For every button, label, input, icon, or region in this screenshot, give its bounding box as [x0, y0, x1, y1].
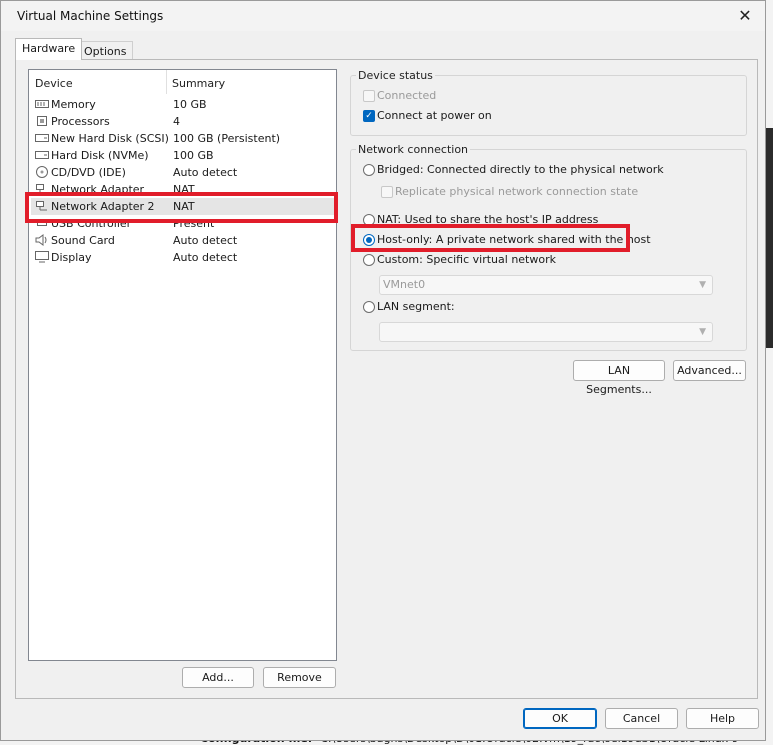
device-name: New Hard Disk (SCSI) — [51, 132, 169, 145]
device-summary: 100 GB — [173, 149, 214, 162]
hard-disk-icon — [35, 132, 49, 144]
vmnet-select[interactable]: VMnet0 ▼ — [379, 275, 713, 295]
device-name: Network Adapter 2 — [51, 200, 155, 213]
device-row-new-hard-disk[interactable]: New Hard Disk (SCSI) 100 GB (Persistent) — [31, 130, 334, 147]
device-row-hard-disk-nvme[interactable]: Hard Disk (NVMe) 100 GB — [31, 147, 334, 164]
device-row-network-adapter-2[interactable]: Network Adapter 2 NAT — [31, 198, 334, 215]
device-status-group — [350, 75, 747, 136]
sound-card-icon — [35, 234, 49, 246]
connect-at-power-on-label: Connect at power on — [377, 109, 492, 122]
nat-label: NAT: Used to share the host's IP address — [377, 213, 599, 226]
device-name: Processors — [51, 115, 110, 128]
help-button[interactable]: Help — [686, 708, 759, 729]
tab-hardware[interactable]: Hardware — [15, 38, 83, 60]
custom-label: Custom: Specific virtual network — [377, 253, 556, 266]
device-summary: NAT — [173, 183, 195, 196]
device-list: Device Summary Memory 10 GB Processors 4… — [28, 69, 337, 661]
title-bar: Virtual Machine Settings ✕ — [1, 1, 765, 31]
device-summary: Auto detect — [173, 234, 238, 247]
lan-segments-button[interactable]: LAN Segments... — [573, 360, 665, 396]
device-name: Network Adapter — [51, 183, 145, 196]
advanced-button[interactable]: Advanced... — [673, 360, 746, 381]
device-column-header[interactable]: Device — [35, 77, 73, 90]
tab-options[interactable]: Options — [77, 41, 134, 61]
device-summary: Present — [173, 217, 215, 230]
replicate-state-checkbox[interactable] — [381, 186, 393, 198]
device-summary: 4 — [173, 115, 180, 128]
custom-radio[interactable] — [363, 254, 375, 266]
lan-segment-radio[interactable] — [363, 301, 375, 313]
device-name: Hard Disk (NVMe) — [51, 149, 149, 162]
cd-dvd-icon — [35, 166, 49, 178]
connect-at-power-on-checkbox[interactable]: ✓ — [363, 110, 375, 122]
network-adapter-icon — [35, 200, 49, 212]
remove-device-button[interactable]: Remove — [263, 667, 336, 688]
add-device-button[interactable]: Add... — [182, 667, 254, 688]
device-name: Display — [51, 251, 92, 264]
summary-column-header[interactable]: Summary — [172, 77, 225, 90]
device-summary: 10 GB — [173, 98, 207, 111]
device-row-processors[interactable]: Processors 4 — [31, 113, 334, 130]
network-adapter-icon — [35, 183, 49, 195]
device-row-display[interactable]: Display Auto detect — [31, 249, 334, 266]
device-name: CD/DVD (IDE) — [51, 166, 126, 179]
virtual-machine-settings-dialog: Virtual Machine Settings ✕ Hardware Opti… — [0, 0, 766, 741]
network-connection-title: Network connection — [356, 143, 471, 156]
processor-icon — [35, 115, 49, 127]
device-row-sound-card[interactable]: Sound Card Auto detect — [31, 232, 334, 249]
connected-label: Connected — [377, 89, 437, 102]
device-summary: NAT — [173, 200, 195, 213]
display-icon — [35, 251, 49, 263]
background-window-edge-right — [766, 128, 773, 348]
nat-radio[interactable] — [363, 214, 375, 226]
device-name: Sound Card — [51, 234, 115, 247]
device-name: Memory — [51, 98, 96, 111]
device-row-cd-dvd[interactable]: CD/DVD (IDE) Auto detect — [31, 164, 334, 181]
device-row-usb-controller[interactable]: USB Controller Present — [31, 215, 334, 232]
host-only-radio[interactable] — [363, 234, 375, 246]
bridged-label: Bridged: Connected directly to the physi… — [377, 163, 664, 176]
lan-segment-select[interactable]: ▼ — [379, 322, 713, 342]
device-summary: Auto detect — [173, 251, 238, 264]
close-icon[interactable]: ✕ — [731, 3, 759, 29]
device-status-title: Device status — [356, 69, 435, 82]
device-summary: Auto detect — [173, 166, 238, 179]
chevron-down-icon: ▼ — [699, 327, 706, 337]
device-name: USB Controller — [51, 217, 132, 230]
device-row-network-adapter[interactable]: Network Adapter NAT — [31, 181, 334, 198]
window-title: Virtual Machine Settings — [17, 9, 164, 23]
chevron-down-icon: ▼ — [699, 280, 706, 290]
device-row-memory[interactable]: Memory 10 GB — [31, 96, 334, 113]
replicate-state-label: Replicate physical network connection st… — [395, 185, 639, 198]
connected-checkbox[interactable] — [363, 90, 375, 102]
vmnet-value: VMnet0 — [383, 278, 426, 291]
network-connection-group — [350, 149, 747, 351]
column-separator[interactable] — [166, 70, 167, 94]
ok-button[interactable]: OK — [523, 708, 597, 729]
cancel-button[interactable]: Cancel — [605, 708, 678, 729]
memory-icon — [35, 98, 49, 110]
hard-disk-icon — [35, 149, 49, 161]
usb-icon — [35, 217, 49, 229]
host-only-label: Host-only: A private network shared with… — [377, 233, 651, 246]
lan-segment-label: LAN segment: — [377, 300, 455, 313]
bridged-radio[interactable] — [363, 164, 375, 176]
device-summary: 100 GB (Persistent) — [173, 132, 281, 145]
